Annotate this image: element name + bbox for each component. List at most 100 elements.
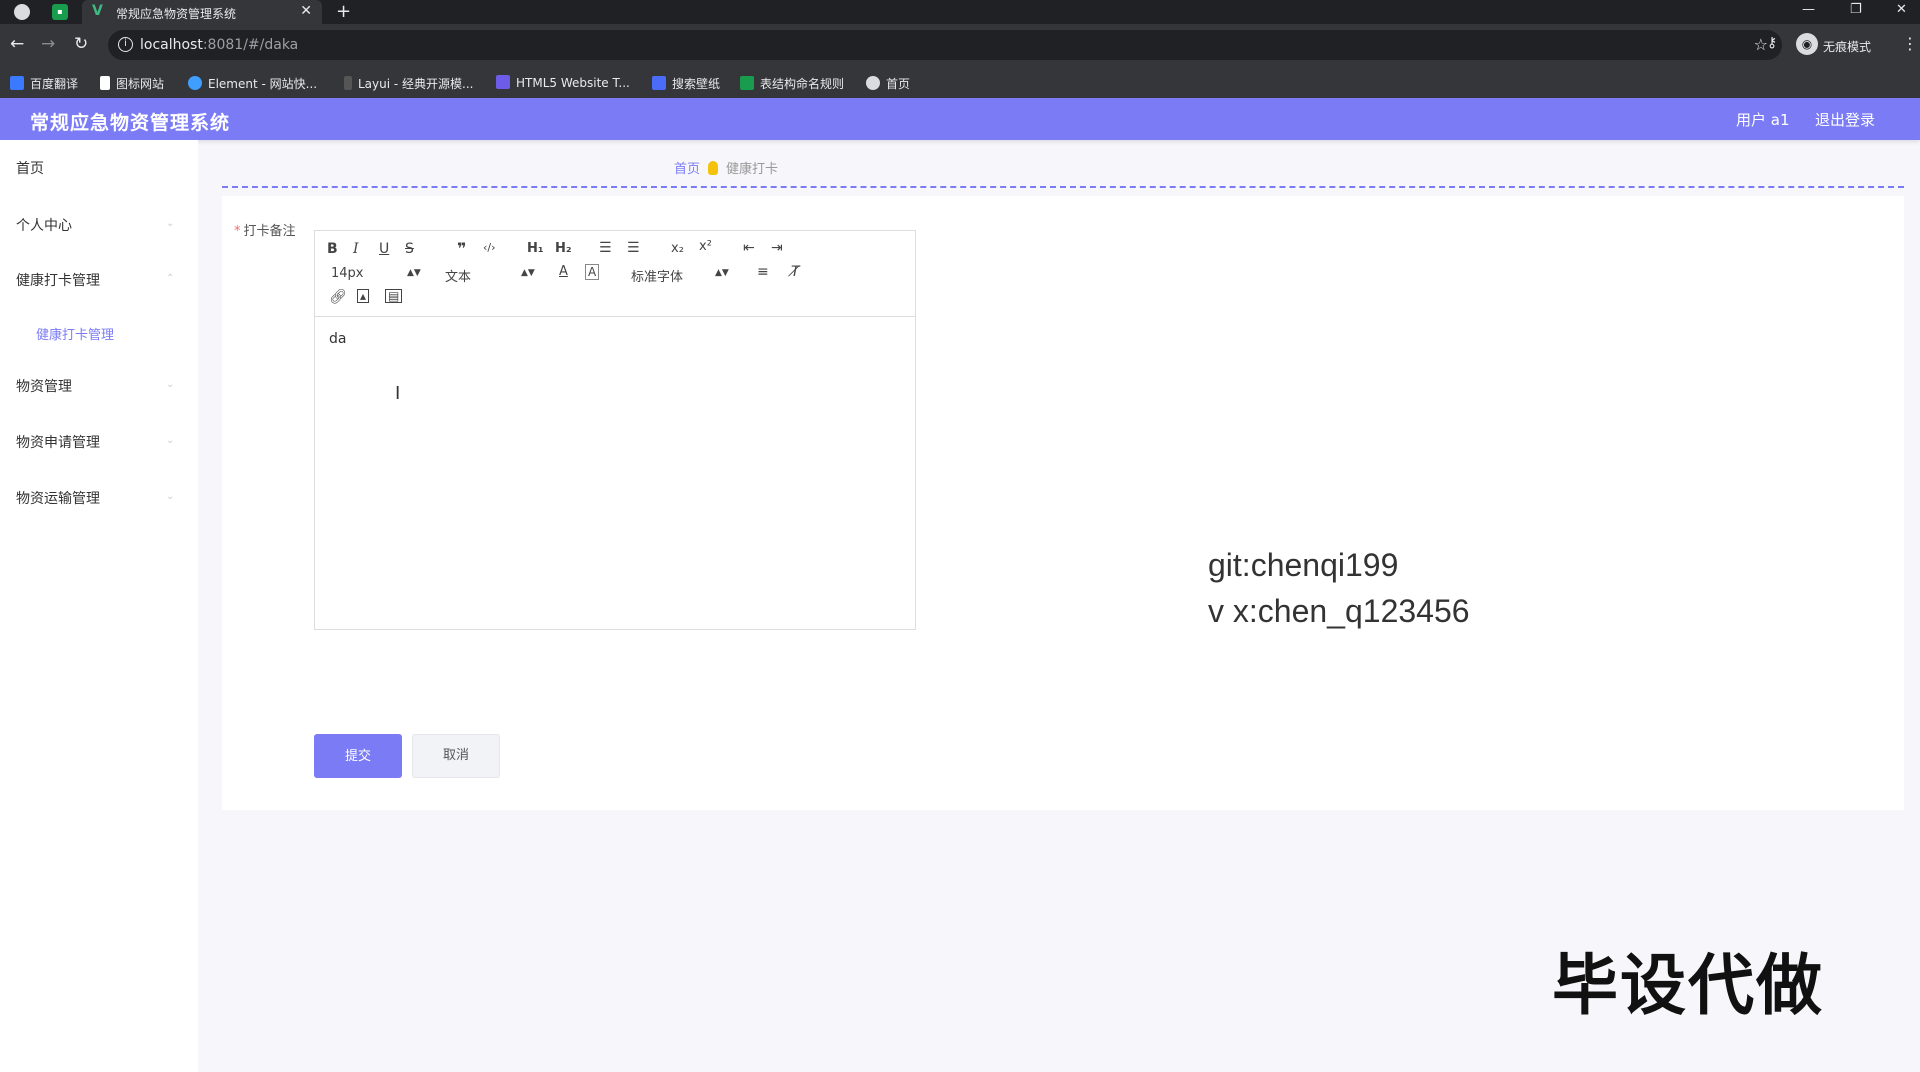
- sidebar-item-home[interactable]: 首页: [16, 158, 44, 178]
- overlay-contact: git:chenqi199 v x:chen_q123456: [1208, 542, 1470, 634]
- background-color-icon[interactable]: A: [585, 264, 600, 280]
- bookmarks-bar: 百度翻译 图标网站 Element - 网站快... Layui - 经典开源模…: [0, 68, 1920, 98]
- hand-icon: [708, 161, 719, 175]
- required-marker: *: [234, 224, 241, 239]
- chevron-up-icon: ⌃: [166, 273, 175, 284]
- ordered-list-icon[interactable]: ☰: [599, 240, 612, 256]
- bookmark-item[interactable]: 搜索壁纸: [652, 75, 720, 92]
- sheet-icon: [740, 76, 754, 90]
- forward-arrow-icon[interactable]: →: [41, 34, 55, 54]
- window-restore-icon[interactable]: ❐: [1850, 2, 1862, 17]
- image-icon[interactable]: ▴: [357, 289, 370, 303]
- app-title: 常规应急物资管理系统: [30, 112, 231, 134]
- select-caret-icon: ▲▼: [715, 268, 729, 278]
- sidebar-subitem-health-checkin[interactable]: 健康打卡管理: [36, 324, 114, 343]
- wallpaper-icon: [652, 76, 666, 90]
- vue-logo-icon: V: [92, 3, 103, 19]
- blockquote-icon[interactable]: ❞: [457, 239, 466, 258]
- logout-button[interactable]: 退出登录: [1815, 109, 1875, 130]
- key-icon[interactable]: ⚷: [1767, 35, 1777, 51]
- underline-icon[interactable]: U: [379, 241, 389, 257]
- video-icon[interactable]: ▤: [385, 289, 403, 303]
- sidebar-item-material-transport[interactable]: 物资运输管理: [16, 488, 100, 508]
- user-label: 用户 a1: [1736, 111, 1790, 129]
- breadcrumb-home[interactable]: 首页: [674, 162, 700, 177]
- align-icon[interactable]: ≡: [757, 264, 769, 280]
- sidebar: 首页 个人中心 ⌄ 健康打卡管理 ⌃ 健康打卡管理 物资管理 ⌄ 物资申请管理 …: [0, 140, 198, 1072]
- editor-content[interactable]: da: [329, 331, 346, 347]
- checkin-form: * 打卡备注 B I U S ❞ ‹/› H₁ H₂ ☰ ☰ x₂ x² ⇤ ⇥ …: [222, 196, 1904, 810]
- font-size-select[interactable]: 14px: [331, 266, 364, 281]
- bullet-list-icon[interactable]: ☰: [627, 240, 640, 256]
- bookmark-item[interactable]: 首页: [866, 75, 910, 92]
- rich-text-editor: B I U S ❞ ‹/› H₁ H₂ ☰ ☰ x₂ x² ⇤ ⇥ 14px ▲…: [314, 230, 916, 630]
- code-block-icon[interactable]: ‹/›: [483, 241, 496, 254]
- submit-button[interactable]: 提交: [314, 734, 402, 778]
- block-type-select[interactable]: 文本: [445, 266, 471, 285]
- bookmark-item[interactable]: 图标网站: [100, 75, 164, 92]
- incognito-label[interactable]: 无痕模式: [1823, 38, 1871, 55]
- select-caret-icon: ▲▼: [407, 268, 421, 278]
- address-bar[interactable]: i localhost:8081/#/daka ☆: [108, 30, 1782, 60]
- browser-toolbar: ← → ↻ i localhost:8081/#/daka ☆ ⚷ ◉ 无痕模式…: [0, 24, 1920, 68]
- bookmark-item[interactable]: 百度翻译: [10, 75, 78, 92]
- flag-icon: [100, 76, 110, 90]
- clear-format-icon[interactable]: T̸: [791, 264, 800, 280]
- heading2-icon[interactable]: H₂: [555, 241, 572, 256]
- browser-tab-bar: ▪ V 常规应急物资管理系统 ✕ + — ❐ ✕: [0, 0, 1920, 24]
- bookmark-item[interactable]: HTML5 Website T...: [496, 75, 630, 90]
- divider: [222, 186, 1904, 188]
- browser-menu-icon[interactable]: ⋮: [1902, 34, 1918, 53]
- globe-icon: [866, 76, 880, 90]
- outdent-icon[interactable]: ⇤: [743, 240, 755, 256]
- element-logo-icon: [188, 76, 202, 90]
- incognito-icon[interactable]: ◉: [1796, 33, 1818, 55]
- chevron-down-icon: ⌄: [166, 379, 175, 390]
- back-arrow-icon[interactable]: ←: [10, 34, 24, 54]
- reload-icon[interactable]: ↻: [74, 34, 88, 54]
- heading1-icon[interactable]: H₁: [527, 241, 544, 256]
- font-color-icon[interactable]: A: [559, 264, 568, 279]
- indent-icon[interactable]: ⇥: [771, 240, 783, 256]
- link-icon[interactable]: 🔗︎: [329, 289, 347, 305]
- sidebar-item-material-requests[interactable]: 物资申请管理: [16, 432, 100, 452]
- sidebar-item-profile[interactable]: 个人中心: [16, 215, 72, 235]
- bookmark-star-icon[interactable]: ☆: [1754, 35, 1768, 54]
- remark-label: * 打卡备注: [234, 224, 296, 239]
- app-header: 常规应急物资管理系统 用户 a1 退出登录: [0, 98, 1920, 140]
- font-family-select[interactable]: 标准字体: [631, 266, 683, 285]
- bookmark-item[interactable]: 表结构命名规则: [740, 75, 844, 92]
- chevron-down-icon: ⌄: [166, 218, 175, 229]
- subscript-icon[interactable]: x₂: [671, 241, 684, 256]
- translate-icon: [10, 76, 24, 90]
- browser-globe-icon[interactable]: [14, 4, 30, 20]
- sidebar-item-health-checkin[interactable]: 健康打卡管理: [16, 270, 100, 290]
- bookmark-item[interactable]: Element - 网站快...: [188, 75, 317, 92]
- site-info-icon[interactable]: i: [118, 37, 133, 52]
- layui-logo-icon: [344, 76, 352, 90]
- text-cursor-icon: I: [395, 383, 401, 404]
- sidebar-item-materials[interactable]: 物资管理: [16, 376, 72, 396]
- breadcrumb-current: 健康打卡: [726, 162, 779, 177]
- watermark-text: 毕设代做: [1552, 947, 1824, 1024]
- window-close-icon[interactable]: ✕: [1896, 2, 1907, 17]
- window-minimize-icon[interactable]: —: [1802, 2, 1815, 17]
- overlay-vx-line: v x:chen_q123456: [1208, 593, 1470, 629]
- italic-icon[interactable]: I: [353, 241, 359, 257]
- green-tab-icon[interactable]: ▪: [52, 4, 68, 20]
- select-caret-icon: ▲▼: [521, 268, 535, 278]
- bookmark-item[interactable]: Layui - 经典开源模...: [344, 75, 473, 92]
- tab-close-icon[interactable]: ✕: [300, 3, 312, 19]
- superscript-icon[interactable]: x²: [699, 239, 712, 254]
- chevron-down-icon: ⌄: [166, 435, 175, 446]
- new-tab-icon[interactable]: +: [336, 1, 351, 22]
- html5-icon: [496, 75, 510, 89]
- active-tab[interactable]: V 常规应急物资管理系统 ✕: [82, 0, 322, 24]
- overlay-git-line: git:chenqi199: [1208, 547, 1399, 583]
- strikethrough-icon[interactable]: S: [405, 241, 414, 257]
- cancel-button[interactable]: 取消: [412, 734, 500, 778]
- url-text[interactable]: localhost:8081/#/daka: [140, 37, 298, 53]
- editor-toolbar: B I U S ❞ ‹/› H₁ H₂ ☰ ☰ x₂ x² ⇤ ⇥ 14px ▲…: [315, 231, 915, 317]
- bold-icon[interactable]: B: [327, 241, 338, 257]
- breadcrumb: 首页 健康打卡: [674, 158, 778, 177]
